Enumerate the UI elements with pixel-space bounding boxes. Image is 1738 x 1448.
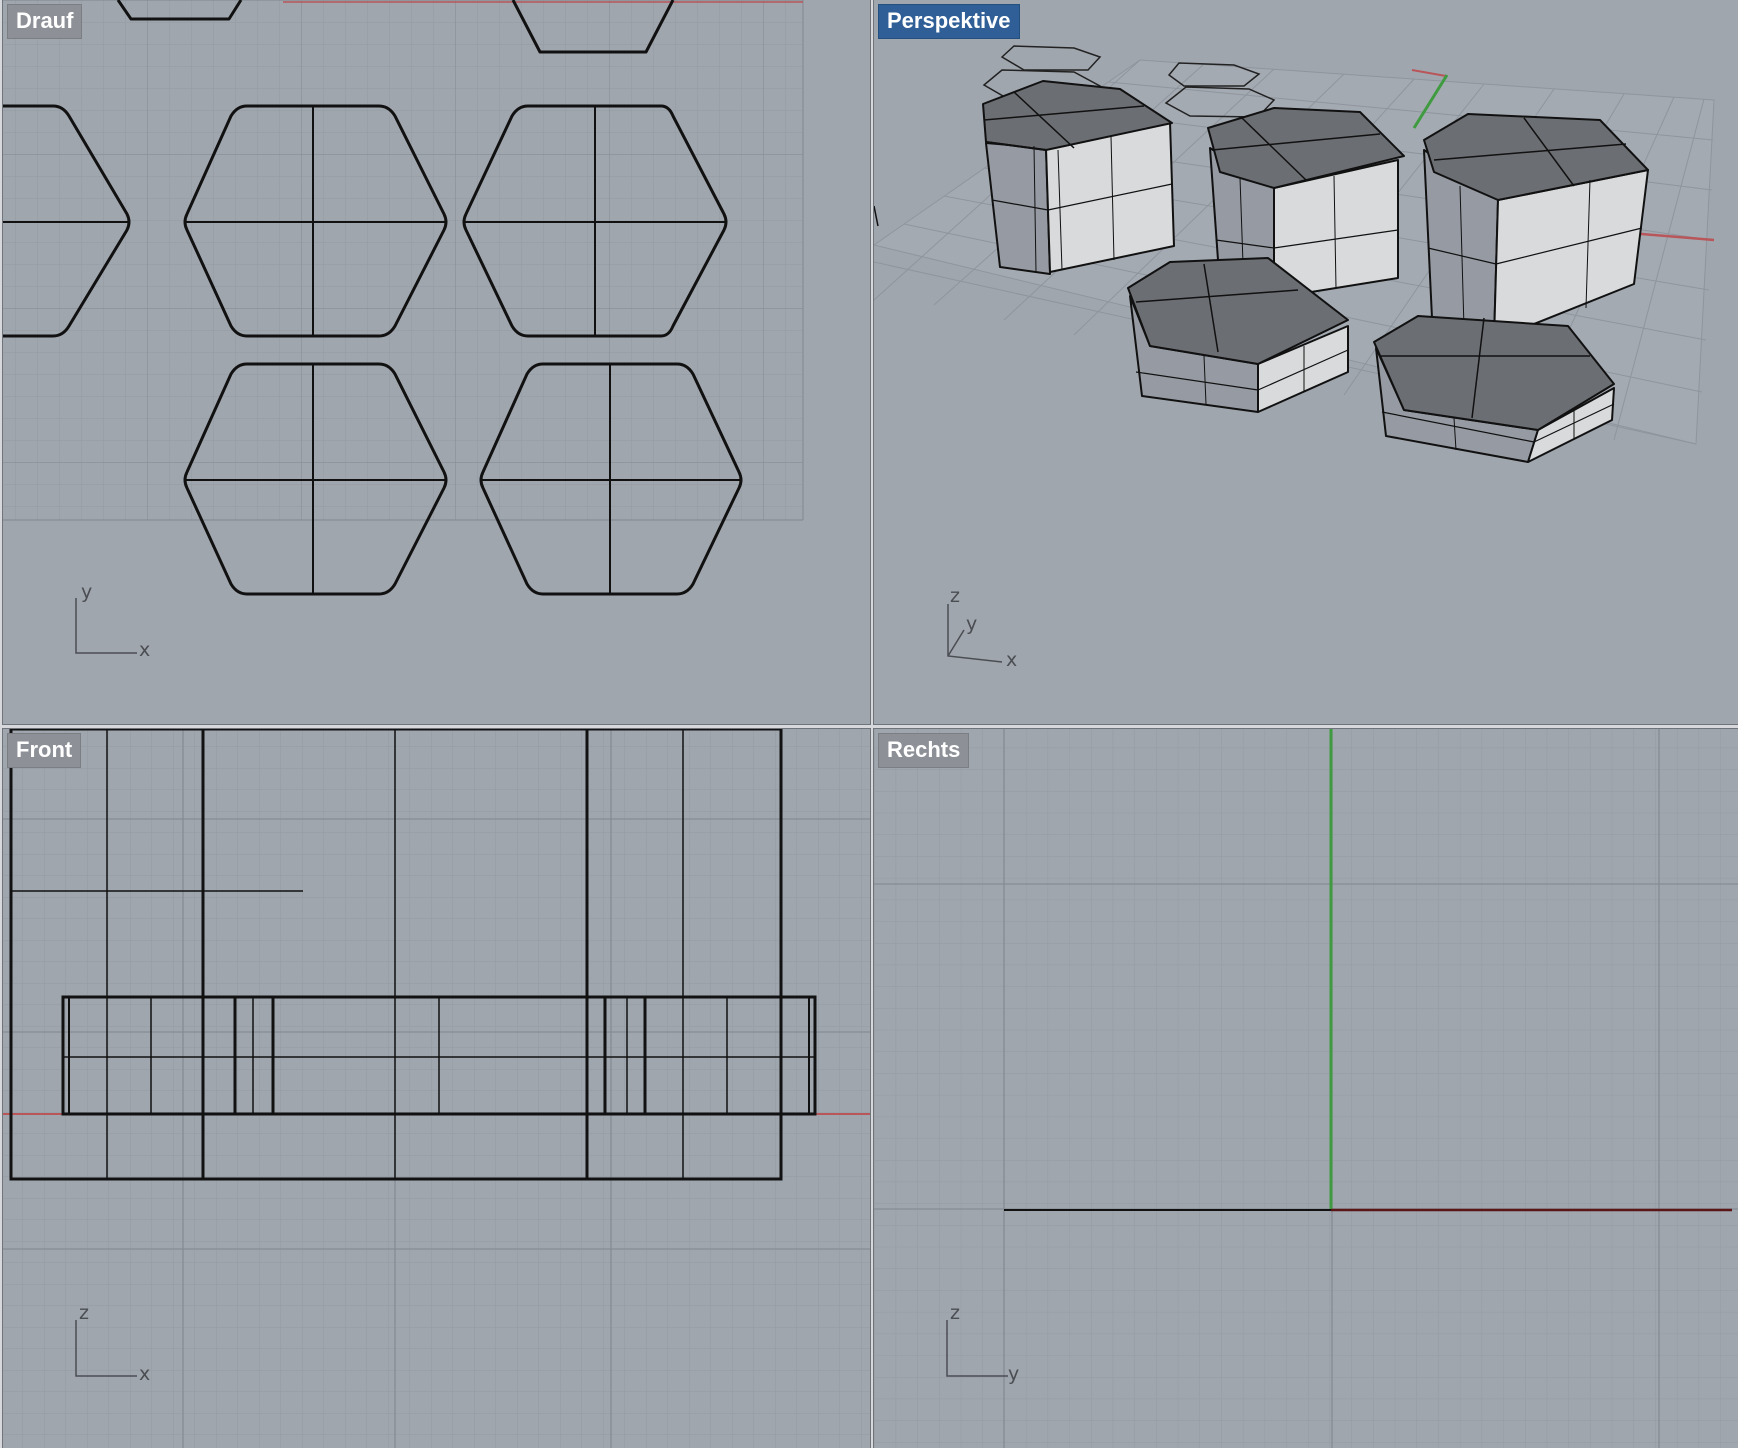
perspective-short-hexagon-2 xyxy=(1373,315,1615,463)
clipped-edge xyxy=(874,205,879,227)
viewport-top[interactable]: y x Drauf xyxy=(2,0,871,725)
axis-label-y: y xyxy=(1008,1363,1019,1385)
axis-label-x: x xyxy=(1006,649,1017,671)
viewport-title-top[interactable]: Drauf xyxy=(7,4,83,39)
perspective-tall-hexagon-1 xyxy=(982,80,1175,275)
axis-label-x: x xyxy=(139,1363,150,1385)
viewport-front[interactable]: z x Front xyxy=(2,728,871,1448)
perspective-view-canvas[interactable]: z y x xyxy=(874,0,1738,724)
axis-triad-top: y x xyxy=(75,581,150,661)
axis-label-z: z xyxy=(950,1302,960,1324)
grid-major xyxy=(3,0,803,520)
axis-label-x: x xyxy=(139,639,150,661)
axis-label-y: y xyxy=(966,613,977,635)
viewport-title-front[interactable]: Front xyxy=(7,733,82,768)
front-view-canvas[interactable]: z x xyxy=(3,729,870,1448)
axis-label-z: z xyxy=(950,585,960,607)
viewport-title-perspective[interactable]: Perspektive xyxy=(878,4,1020,39)
axis-triad-perspective: z y x xyxy=(947,585,1017,671)
axis-label-y: y xyxy=(81,581,92,603)
viewport-right[interactable]: z y Rechts xyxy=(873,728,1738,1448)
top-view-canvas[interactable]: y x xyxy=(3,0,870,724)
viewport-title-right[interactable]: Rechts xyxy=(878,733,970,768)
grid-minor xyxy=(3,729,870,1448)
x-axis-line xyxy=(1411,69,1447,77)
viewport-perspective[interactable]: z y x Perspektive xyxy=(873,0,1738,725)
right-view-canvas[interactable]: z y xyxy=(874,729,1738,1448)
axis-label-z: z xyxy=(79,1302,89,1324)
